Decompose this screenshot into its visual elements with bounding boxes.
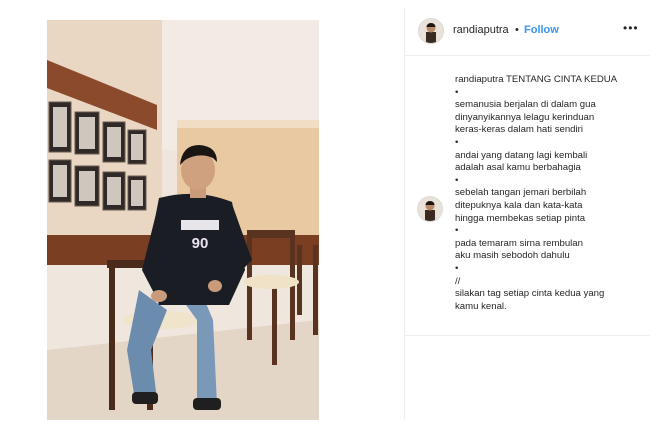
post-photo[interactable]: 90 xyxy=(47,20,319,420)
caption-line: • xyxy=(455,136,459,148)
caption-line: • xyxy=(455,174,459,186)
caption-line: // xyxy=(455,275,461,287)
caption-line: • xyxy=(455,225,459,237)
caption-line: randiaputra TENTANG CINTA KEDUA xyxy=(455,74,640,87)
caption-line: aku masih sebodoh dahulu xyxy=(455,250,570,262)
caption-line: silakan tag setiap cinta kedua yang xyxy=(455,288,605,300)
caption-line: ditepuknya kala dan kata-kata xyxy=(455,199,583,211)
caption-line: dinyanyikannya lelagu kerinduan xyxy=(455,111,595,123)
more-options-icon[interactable]: ••• xyxy=(623,21,639,35)
panel-divider xyxy=(404,8,405,420)
comments-divider xyxy=(405,335,650,336)
username-link[interactable]: randiaputra xyxy=(453,24,509,36)
caption-line: andai yang datang lagi kembali xyxy=(455,149,588,161)
separator-dot: • xyxy=(515,24,519,36)
caption-line: sebelah tangan jemari berbilah xyxy=(455,187,587,199)
caption-author-link[interactable]: randiaputra xyxy=(455,74,504,85)
svg-text:90: 90 xyxy=(192,235,209,252)
follow-button[interactable]: Follow xyxy=(524,24,559,36)
caption-line: kamu kenal. xyxy=(455,300,507,312)
caption-line: adalah asal kamu berbahagia xyxy=(455,162,581,174)
avatar[interactable] xyxy=(418,18,444,44)
caption-line: keras-keras dalam hati sendiri xyxy=(455,124,583,136)
caption-line: hingga membekas setiap pinta xyxy=(455,212,586,224)
caption-line: • xyxy=(455,262,459,274)
caption-line: pada temaram sirna rembulan xyxy=(455,237,583,249)
caption-avatar[interactable] xyxy=(417,196,443,222)
post-caption: randiaputra TENTANG CINTA KEDUA • semanu… xyxy=(455,74,640,313)
caption-line: semanusia berjalan di dalam gua xyxy=(455,99,596,111)
post-header: randiaputra • Follow ••• xyxy=(405,8,650,56)
caption-line: • xyxy=(455,86,459,98)
caption-title: TENTANG CINTA KEDUA xyxy=(506,74,618,85)
